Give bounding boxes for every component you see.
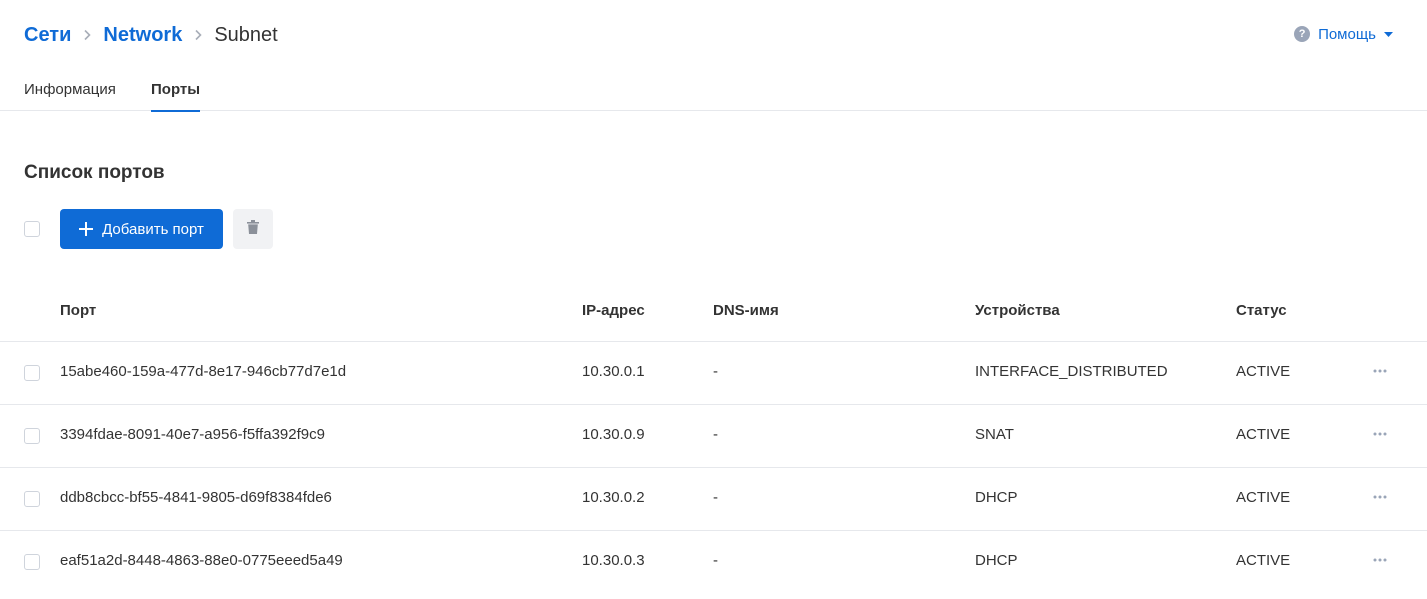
breadcrumb: Сети Network Subnet bbox=[24, 20, 278, 50]
dns-name: - bbox=[713, 363, 718, 380]
device-owner: DHCP bbox=[975, 552, 1018, 569]
table-header: Порт IP-адрес DNS-имя Устройства Статус bbox=[0, 280, 1427, 342]
chevron-right-icon bbox=[83, 29, 92, 41]
help-label: Помощь bbox=[1318, 25, 1376, 43]
status: ACTIVE bbox=[1236, 489, 1291, 506]
section-title: Список портов bbox=[24, 162, 165, 183]
column-header-devices[interactable]: Устройства bbox=[975, 302, 1060, 319]
port-id[interactable]: 15abe460-159a-477d-8e17-946cb77d7e1d bbox=[60, 363, 346, 380]
column-header-ip[interactable]: IP-адрес bbox=[582, 302, 645, 319]
page: Сети Network Subnet ? Помощь Информация … bbox=[0, 0, 1427, 599]
table-row[interactable]: ddb8cbcc-bf55-4841-9805-d69f8384fde6 10.… bbox=[0, 468, 1427, 531]
row-checkbox[interactable] bbox=[24, 491, 40, 507]
more-actions-icon[interactable] bbox=[1371, 488, 1389, 506]
add-port-label: Добавить порт bbox=[102, 220, 204, 238]
dns-name: - bbox=[713, 489, 718, 506]
more-actions-icon[interactable] bbox=[1371, 551, 1389, 569]
row-checkbox[interactable] bbox=[24, 428, 40, 444]
help-dropdown[interactable]: ? Помощь bbox=[1294, 22, 1393, 46]
device-owner: INTERFACE_DISTRIBUTED bbox=[975, 363, 1168, 380]
port-id[interactable]: eaf51a2d-8448-4863-88e0-0775eeed5a49 bbox=[60, 552, 343, 569]
ports-table: Порт IP-адрес DNS-имя Устройства Статус … bbox=[0, 280, 1427, 594]
breadcrumb-link-network[interactable]: Network bbox=[103, 24, 182, 47]
ip-address: 10.30.0.3 bbox=[582, 552, 645, 569]
column-header-dns[interactable]: DNS-имя bbox=[713, 302, 779, 319]
row-checkbox[interactable] bbox=[24, 554, 40, 570]
status: ACTIVE bbox=[1236, 426, 1291, 443]
caret-down-icon bbox=[1384, 31, 1393, 37]
status: ACTIVE bbox=[1236, 363, 1291, 380]
more-actions-icon[interactable] bbox=[1371, 425, 1389, 443]
chevron-right-icon bbox=[194, 29, 202, 41]
tab-ports[interactable]: Порты bbox=[151, 70, 201, 112]
device-owner: DHCP bbox=[975, 489, 1018, 506]
ip-address: 10.30.0.9 bbox=[582, 426, 645, 443]
ip-address: 10.30.0.1 bbox=[582, 363, 645, 380]
trash-icon bbox=[247, 219, 259, 239]
breadcrumb-link-networks[interactable]: Сети bbox=[24, 24, 71, 47]
dns-name: - bbox=[713, 552, 718, 569]
delete-button[interactable] bbox=[233, 209, 273, 249]
tabs: Информация Порты bbox=[0, 70, 1427, 112]
dns-name: - bbox=[713, 426, 718, 443]
table-row[interactable]: 3394fdae-8091-40e7-a956-f5ffa392f9c9 10.… bbox=[0, 405, 1427, 468]
table-row[interactable]: eaf51a2d-8448-4863-88e0-0775eeed5a49 10.… bbox=[0, 531, 1427, 594]
status: ACTIVE bbox=[1236, 552, 1291, 569]
add-port-button[interactable]: Добавить порт bbox=[60, 209, 223, 249]
port-id[interactable]: ddb8cbcc-bf55-4841-9805-d69f8384fde6 bbox=[60, 489, 332, 506]
column-header-port[interactable]: Порт bbox=[60, 302, 96, 319]
port-id[interactable]: 3394fdae-8091-40e7-a956-f5ffa392f9c9 bbox=[60, 426, 325, 443]
column-header-status[interactable]: Статус bbox=[1236, 302, 1287, 319]
table-row[interactable]: 15abe460-159a-477d-8e17-946cb77d7e1d 10.… bbox=[0, 342, 1427, 405]
device-owner: SNAT bbox=[975, 426, 1014, 443]
row-checkbox[interactable] bbox=[24, 365, 40, 381]
plus-icon bbox=[79, 222, 94, 236]
more-actions-icon[interactable] bbox=[1371, 362, 1389, 380]
select-all-checkbox[interactable] bbox=[24, 221, 40, 237]
breadcrumb-current: Subnet bbox=[214, 23, 278, 46]
ip-address: 10.30.0.2 bbox=[582, 489, 645, 506]
tab-info[interactable]: Информация bbox=[24, 70, 116, 111]
question-circle-icon: ? bbox=[1294, 26, 1311, 42]
